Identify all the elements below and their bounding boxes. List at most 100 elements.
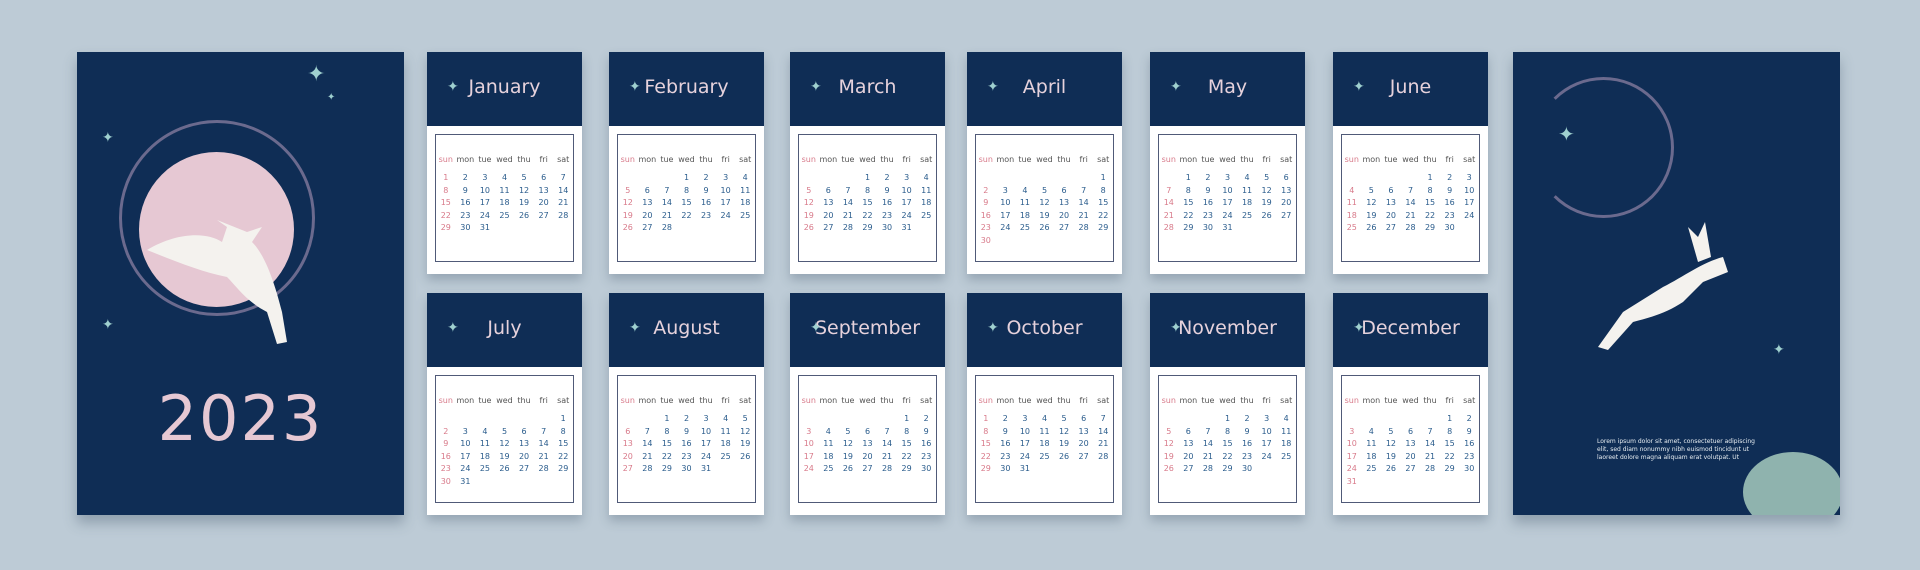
weekday-label: tue <box>660 155 674 164</box>
day-cell: 24 <box>1261 451 1272 461</box>
day-cell: 20 <box>1281 198 1292 207</box>
day-cell: 24 <box>1000 223 1011 232</box>
weekday-header: sun mon tue wed thu fri sat <box>1159 396 1296 405</box>
day-cell: 5 <box>625 185 631 195</box>
day-cell <box>1093 235 1113 248</box>
day-cell <box>1459 222 1479 235</box>
day-cell: 11 <box>1366 439 1377 448</box>
day-cell <box>1257 463 1277 476</box>
star-icon: ✦ <box>629 79 641 95</box>
month-grid: sun mon tue wed thu fri sat 1 2 3 4 5 6 7 8 9 10 11 12 13 14… <box>798 375 937 503</box>
weekday-label: sun <box>1344 155 1359 164</box>
week-row: 23 24 25 26 27 28 29 <box>436 463 573 476</box>
day-cell: 13 <box>1405 439 1416 448</box>
day-cell: 21 <box>1405 210 1416 220</box>
day-cell: 19 <box>1366 210 1377 220</box>
day-cell: 23 <box>1000 451 1011 461</box>
month-august: August ✦ sun mon tue wed thu fri sat 1 2 3 4 5 6 7 8 9 10 1… <box>609 293 764 515</box>
day-cell: 1 <box>864 173 871 182</box>
day-cell: 18 <box>1241 198 1253 207</box>
day-cell: 10 <box>720 185 731 195</box>
day-cell: 24 <box>1346 464 1357 473</box>
day-cell: 21 <box>642 451 653 461</box>
weekday-label: wed <box>1036 396 1053 405</box>
day-cell: 10 <box>1261 426 1272 436</box>
day-cell: 4 <box>742 173 748 182</box>
month-name: September <box>814 317 921 339</box>
week-row: 9 10 11 12 13 14 15 <box>436 438 573 451</box>
month-header: May ✦ <box>1150 52 1305 126</box>
day-cell: 14 <box>1405 198 1416 207</box>
day-cell: 17 <box>479 198 491 207</box>
star-icon: ✦ <box>629 320 641 336</box>
day-cell: 16 <box>980 210 991 220</box>
day-cell: 9 <box>443 439 449 448</box>
month-grid: sun mon tue wed thu fri sat 1 2 3 4 5 6 7 8 9 10 11 12 13 14… <box>975 134 1114 262</box>
day-cell <box>1401 476 1421 489</box>
day-cell: 30 <box>1464 464 1475 473</box>
day-cell: 3 <box>1224 173 1231 182</box>
day-cell: 23 <box>921 451 932 461</box>
day-cell <box>1179 413 1199 426</box>
day-cell: 8 <box>683 185 690 195</box>
day-cell: 12 <box>1366 198 1377 207</box>
day-cell: 5 <box>1061 414 1067 423</box>
weekday-label: wed <box>1402 396 1419 405</box>
weekday-label: sat <box>920 396 933 405</box>
week-row: 3 4 5 6 7 8 9 <box>1342 426 1479 439</box>
weekday-label: mon <box>1179 396 1198 405</box>
day-cell <box>514 413 534 426</box>
day-cell: 1 <box>1224 414 1231 423</box>
day-cell: 18 <box>720 439 731 448</box>
day-cell: 22 <box>862 210 873 220</box>
day-cell: 9 <box>1002 426 1008 436</box>
day-cell: 2 <box>1244 414 1250 423</box>
weekday-label: sat <box>1280 155 1293 164</box>
week-row: 1 2 3 4 5 6 7 <box>976 413 1113 426</box>
day-cell: 15 <box>1098 198 1109 207</box>
day-cell: 25 <box>1346 223 1357 232</box>
day-cell: 24 <box>700 451 712 461</box>
weekday-label: sat <box>920 155 933 164</box>
day-cell: 6 <box>1388 185 1394 195</box>
day-cell <box>553 476 573 489</box>
day-cell: 18 <box>1366 451 1377 461</box>
day-cell: 20 <box>1183 451 1194 461</box>
day-cell: 5 <box>521 173 527 182</box>
day-cell: 6 <box>1407 426 1414 436</box>
day-cell <box>716 222 736 235</box>
week-row: 1 <box>436 413 573 426</box>
day-cell: 28 <box>1424 464 1436 473</box>
day-cell: 2 <box>923 414 929 423</box>
day-cell <box>799 172 819 185</box>
day-cell: 19 <box>1261 198 1272 207</box>
day-cell: 26 <box>1058 451 1070 461</box>
day-cell: 10 <box>1019 426 1031 436</box>
day-cell: 14 <box>538 439 549 448</box>
month-october: October ✦ sun mon tue wed thu fri sat 1 2 3 4 5 6 7 8 9 10… <box>967 293 1122 515</box>
weekday-label: thu <box>1057 396 1071 405</box>
day-cell <box>1362 172 1382 185</box>
weekday-label: sun <box>620 155 635 164</box>
weekday-label: sun <box>438 396 453 405</box>
weekday-label: wed <box>1036 155 1053 164</box>
day-cell: 14 <box>1078 198 1089 207</box>
day-cell: 6 <box>541 173 547 182</box>
day-cell: 22 <box>681 210 692 220</box>
weekday-label: wed <box>496 155 513 164</box>
day-cell: 18 <box>1019 210 1031 220</box>
day-cell: 16 <box>440 451 451 461</box>
weekday-header: sun mon tue wed thu fri sat <box>1159 155 1296 164</box>
weekday-label: fri <box>1079 396 1088 405</box>
day-cell: 21 <box>842 210 854 220</box>
star-icon: ✦ <box>447 79 459 95</box>
day-cell: 24 <box>901 210 912 220</box>
week-row: 22 23 24 25 26 27 28 <box>976 451 1113 464</box>
day-cell <box>436 413 456 426</box>
day-cell: 19 <box>1385 451 1397 461</box>
day-cell <box>1381 476 1401 489</box>
day-cell <box>735 463 755 476</box>
week-row: 5 6 7 8 9 10 11 <box>1159 426 1296 439</box>
weekday-label: thu <box>699 396 713 405</box>
day-cell <box>495 413 515 426</box>
